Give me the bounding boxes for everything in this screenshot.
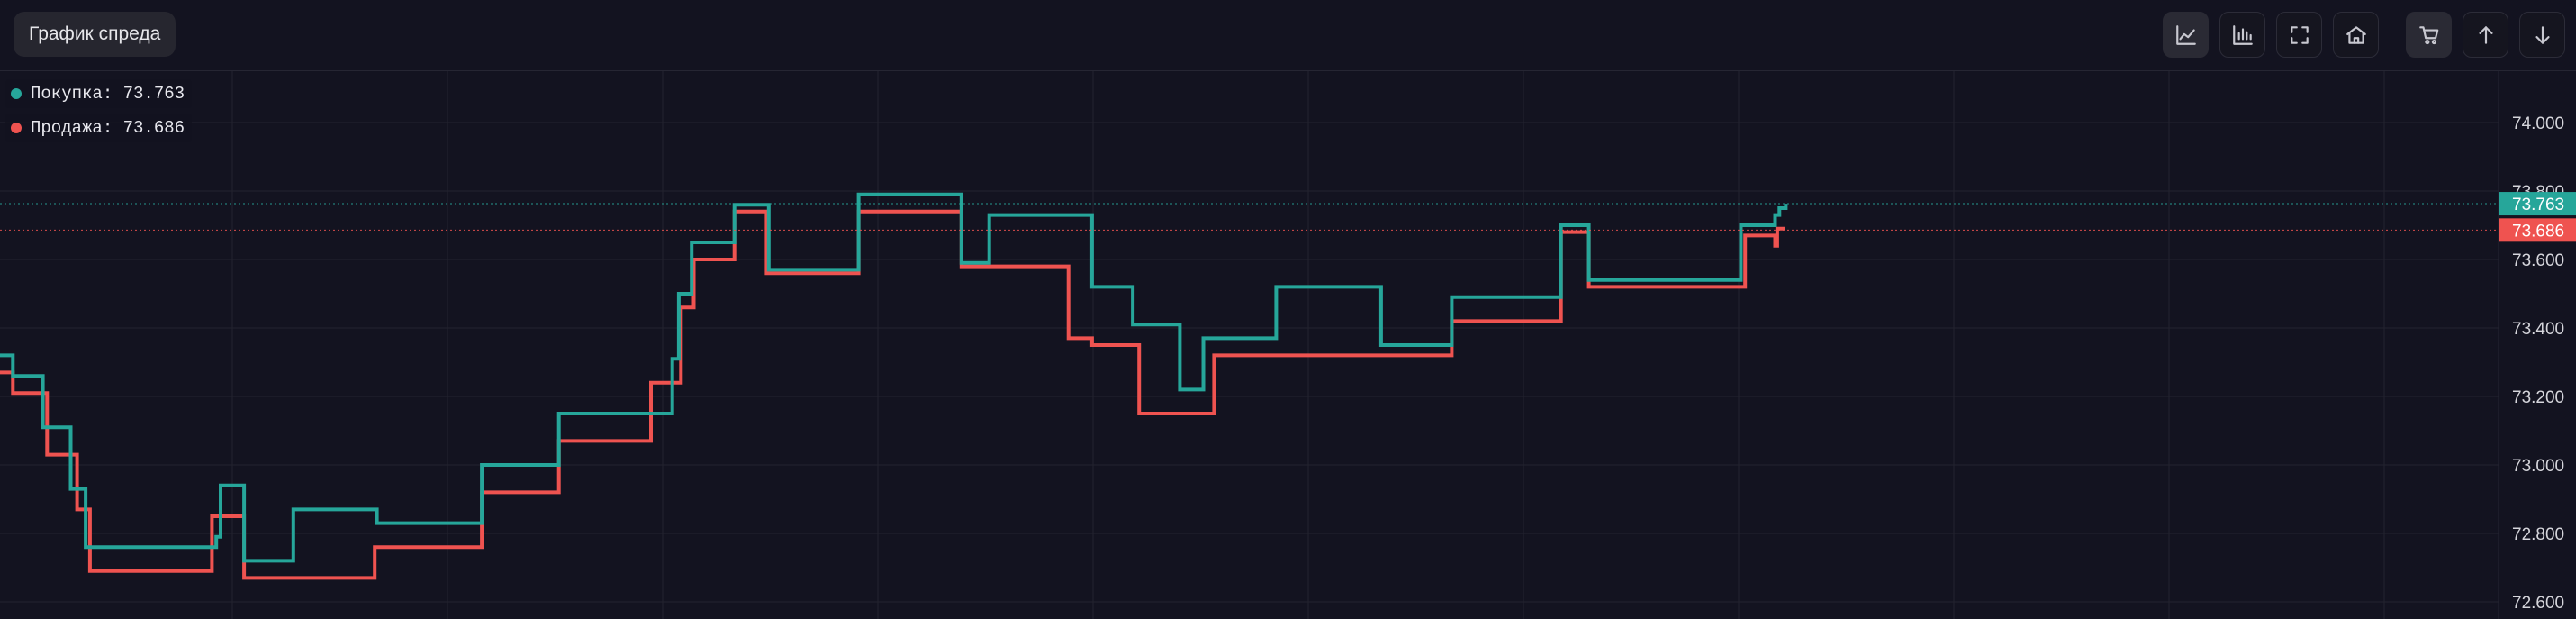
legend-sell-dot — [11, 123, 22, 133]
chart-legend: Покупка: 73.763 Продажа: 73.686 — [5, 79, 193, 148]
y-tick-label: 73.600 — [2512, 251, 2564, 270]
legend-sell-text: Продажа: 73.686 — [31, 118, 185, 138]
sell-series-line — [0, 209, 1785, 580]
legend-buy-dot — [11, 88, 22, 99]
buy-price-label: 73.763 — [2512, 196, 2564, 214]
y-tick-label: 72.800 — [2512, 525, 2564, 544]
cart-icon — [2418, 25, 2438, 44]
spread-chart[interactable]: 74.00073.80073.60073.40073.20073.00072.8… — [0, 71, 2576, 619]
chart-title-button[interactable]: График спреда — [14, 12, 176, 57]
fullscreen-button[interactable] — [2276, 12, 2322, 58]
y-tick-label: 72.600 — [2512, 594, 2564, 613]
toolbar — [2163, 12, 2565, 58]
legend-buy: Покупка: 73.763 — [5, 79, 193, 108]
buy-series-line — [0, 192, 1788, 563]
arrow-up-button[interactable] — [2463, 12, 2508, 58]
chart-line-button[interactable] — [2163, 12, 2209, 58]
cart-button[interactable] — [2406, 12, 2452, 58]
y-tick-label: 73.400 — [2512, 320, 2564, 339]
top-bar: График спреда — [0, 0, 2576, 71]
y-tick-label: 73.200 — [2512, 388, 2564, 407]
home-button[interactable] — [2333, 12, 2379, 58]
arrow-down-button[interactable] — [2519, 12, 2565, 58]
arrow-down-icon — [2535, 25, 2550, 44]
spread-chart-window: График спреда 74.000 73.600 73.400 73.20… — [0, 0, 2576, 619]
arrow-up-icon — [2478, 25, 2493, 44]
home-icon — [2346, 25, 2366, 44]
y-tick-label: 74.000 — [2512, 114, 2564, 133]
legend-sell: Продажа: 73.686 — [5, 114, 193, 142]
fullscreen-icon — [2290, 25, 2309, 44]
sell-price-label: 73.686 — [2512, 222, 2564, 241]
chart-bars-icon — [2232, 24, 2253, 45]
chart-line-icon — [2175, 24, 2196, 45]
y-tick-label: 73.000 — [2512, 457, 2564, 476]
chart-bars-button[interactable] — [2219, 12, 2265, 58]
legend-buy-text: Покупка: 73.763 — [31, 84, 185, 104]
